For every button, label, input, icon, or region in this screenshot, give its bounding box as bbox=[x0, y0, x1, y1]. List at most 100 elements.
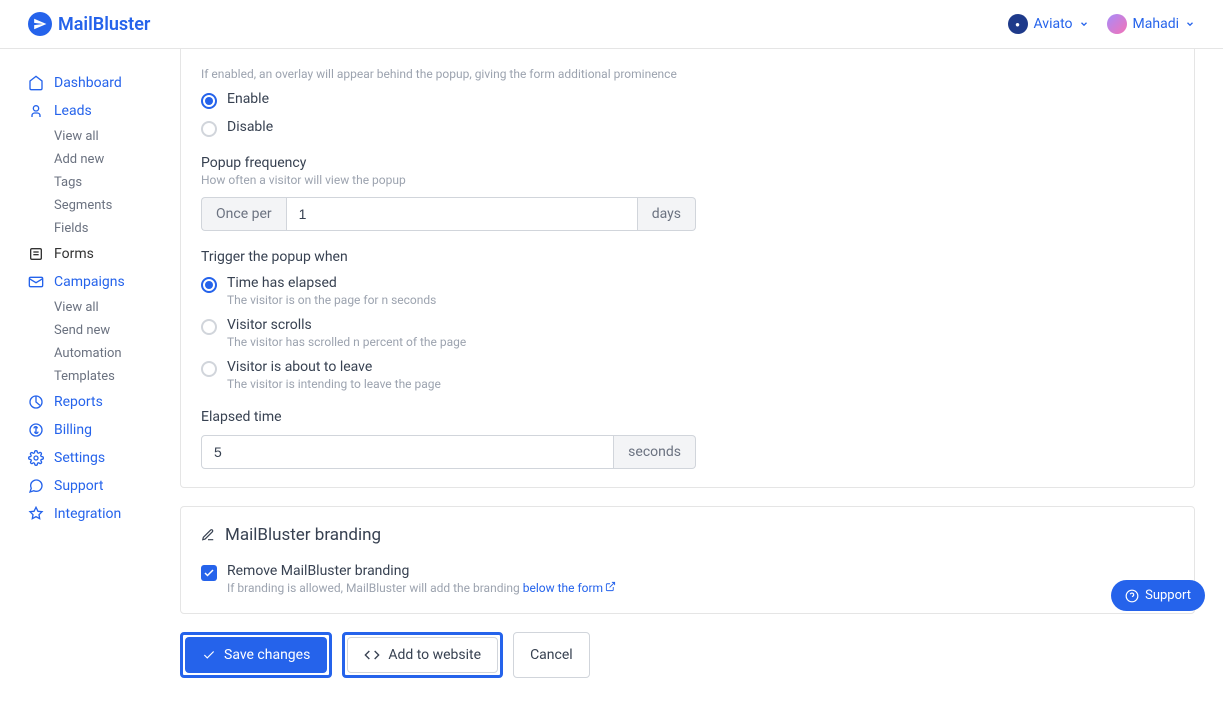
brand-name: MailBluster bbox=[58, 14, 150, 35]
sidebar-item-label: Dashboard bbox=[54, 75, 122, 91]
cancel-button[interactable]: Cancel bbox=[513, 632, 590, 678]
trigger-about-to-leave-option[interactable]: Visitor is about to leave The visitor is… bbox=[201, 359, 1174, 391]
user-menu[interactable]: Mahadi bbox=[1107, 14, 1195, 34]
sidebar-item-integration[interactable]: Integration bbox=[28, 500, 180, 528]
envelope-icon bbox=[28, 274, 44, 290]
branding-title: MailBluster branding bbox=[225, 525, 381, 545]
action-buttons: Save changes Add to website Cancel bbox=[180, 632, 1195, 678]
sidebar-sub-tags[interactable]: Tags bbox=[28, 171, 180, 194]
checkbox-label: Remove MailBluster branding bbox=[227, 563, 616, 579]
app-header: MailBluster ● Aviato Mahadi bbox=[0, 0, 1223, 49]
branding-desc-text: If branding is allowed, MailBluster will… bbox=[227, 581, 523, 595]
sidebar-sub-view-all[interactable]: View all bbox=[28, 125, 180, 148]
sidebar-item-label: Integration bbox=[54, 506, 121, 522]
chevron-down-icon bbox=[1079, 19, 1089, 29]
help-circle-icon bbox=[1125, 589, 1139, 603]
sidebar-item-support[interactable]: Support bbox=[28, 472, 180, 500]
radio-desc: The visitor is on the page for n seconds bbox=[227, 293, 436, 307]
user-avatar bbox=[1107, 14, 1127, 34]
sidebar-sub-automation[interactable]: Automation bbox=[28, 342, 180, 365]
radio-icon bbox=[201, 319, 217, 335]
elapsed-input-group: seconds bbox=[201, 435, 696, 469]
below-form-link[interactable]: below the form bbox=[523, 581, 603, 595]
checkbox-desc: If branding is allowed, MailBluster will… bbox=[227, 581, 616, 595]
workspace-selector[interactable]: ● Aviato bbox=[1008, 14, 1089, 34]
overlay-enable-option[interactable]: Enable bbox=[201, 91, 1174, 109]
support-label: Support bbox=[1145, 588, 1191, 603]
sidebar-sub-send-new[interactable]: Send new bbox=[28, 319, 180, 342]
trigger-label: Trigger the popup when bbox=[201, 249, 1174, 265]
radio-icon bbox=[201, 93, 217, 109]
home-icon bbox=[28, 75, 44, 91]
sidebar-sub-segments[interactable]: Segments bbox=[28, 194, 180, 217]
overlay-description: If enabled, an overlay will appear behin… bbox=[201, 67, 1174, 81]
add-to-website-button[interactable]: Add to website bbox=[347, 637, 498, 673]
trigger-visitor-scrolls-option[interactable]: Visitor scrolls The visitor has scrolled… bbox=[201, 317, 1174, 349]
elapsed-label: Elapsed time bbox=[201, 409, 1174, 425]
sidebar-item-leads[interactable]: Leads bbox=[28, 97, 180, 125]
checkbox-icon bbox=[201, 565, 217, 581]
frequency-suffix: days bbox=[638, 197, 696, 231]
radio-desc: The visitor has scrolled n percent of th… bbox=[227, 335, 466, 349]
button-label: Cancel bbox=[530, 647, 573, 663]
frequency-prefix: Once per bbox=[201, 197, 286, 231]
frequency-input-group: Once per days bbox=[201, 197, 696, 231]
sidebar-sub-fields[interactable]: Fields bbox=[28, 217, 180, 240]
sidebar-item-campaigns[interactable]: Campaigns bbox=[28, 268, 180, 296]
button-label: Add to website bbox=[388, 647, 481, 663]
save-highlight: Save changes bbox=[180, 632, 332, 678]
sidebar-item-label: Reports bbox=[54, 394, 103, 410]
radio-label: Visitor is about to leave bbox=[227, 359, 441, 375]
sidebar: Dashboard Leads View all Add new Tags Se… bbox=[0, 49, 180, 706]
code-icon bbox=[364, 647, 380, 663]
popup-settings-card: If enabled, an overlay will appear behin… bbox=[180, 49, 1195, 488]
dollar-icon bbox=[28, 422, 44, 438]
sidebar-item-reports[interactable]: Reports bbox=[28, 388, 180, 416]
branding-header: MailBluster branding bbox=[201, 525, 1174, 545]
chevron-down-icon bbox=[1185, 19, 1195, 29]
support-widget[interactable]: Support bbox=[1111, 580, 1205, 611]
check-icon bbox=[202, 648, 216, 662]
radio-icon bbox=[201, 121, 217, 137]
add-highlight: Add to website bbox=[342, 632, 503, 678]
external-link-icon bbox=[605, 581, 616, 595]
sidebar-item-billing[interactable]: Billing bbox=[28, 416, 180, 444]
frequency-label: Popup frequency bbox=[201, 155, 1174, 171]
support-icon bbox=[28, 478, 44, 494]
sidebar-sub-view-all[interactable]: View all bbox=[28, 296, 180, 319]
pencil-icon bbox=[201, 528, 215, 542]
sidebar-item-label: Campaigns bbox=[54, 274, 125, 290]
brand-logo[interactable]: MailBluster bbox=[28, 12, 150, 36]
radio-label: Disable bbox=[227, 119, 273, 135]
gear-icon bbox=[28, 450, 44, 466]
sidebar-item-label: Forms bbox=[54, 246, 94, 262]
sidebar-item-label: Leads bbox=[54, 103, 92, 119]
radio-label: Visitor scrolls bbox=[227, 317, 466, 333]
workspace-name: Aviato bbox=[1034, 16, 1073, 32]
sidebar-sub-templates[interactable]: Templates bbox=[28, 365, 180, 388]
branding-card: MailBluster branding Remove MailBluster … bbox=[180, 506, 1195, 614]
user-icon bbox=[28, 103, 44, 119]
trigger-time-elapsed-option[interactable]: Time has elapsed The visitor is on the p… bbox=[201, 275, 1174, 307]
main-content: If enabled, an overlay will appear behin… bbox=[180, 49, 1223, 706]
elapsed-input[interactable] bbox=[201, 435, 614, 469]
workspace-avatar: ● bbox=[1008, 14, 1028, 34]
check-icon bbox=[203, 567, 215, 579]
paper-plane-icon bbox=[33, 17, 47, 31]
overlay-disable-option[interactable]: Disable bbox=[201, 119, 1174, 137]
sidebar-item-forms[interactable]: Forms bbox=[28, 240, 180, 268]
sidebar-item-label: Settings bbox=[54, 450, 105, 466]
frequency-input[interactable] bbox=[286, 197, 638, 231]
button-label: Save changes bbox=[224, 647, 310, 663]
remove-branding-option[interactable]: Remove MailBluster branding If branding … bbox=[201, 563, 1174, 595]
frequency-description: How often a visitor will view the popup bbox=[201, 173, 1174, 187]
radio-icon bbox=[201, 277, 217, 293]
sidebar-item-settings[interactable]: Settings bbox=[28, 444, 180, 472]
save-button[interactable]: Save changes bbox=[185, 637, 327, 673]
sidebar-item-dashboard[interactable]: Dashboard bbox=[28, 69, 180, 97]
radio-label: Time has elapsed bbox=[227, 275, 436, 291]
sidebar-item-label: Support bbox=[54, 478, 103, 494]
radio-desc: The visitor is intending to leave the pa… bbox=[227, 377, 441, 391]
sidebar-sub-add-new[interactable]: Add new bbox=[28, 148, 180, 171]
radio-icon bbox=[201, 361, 217, 377]
